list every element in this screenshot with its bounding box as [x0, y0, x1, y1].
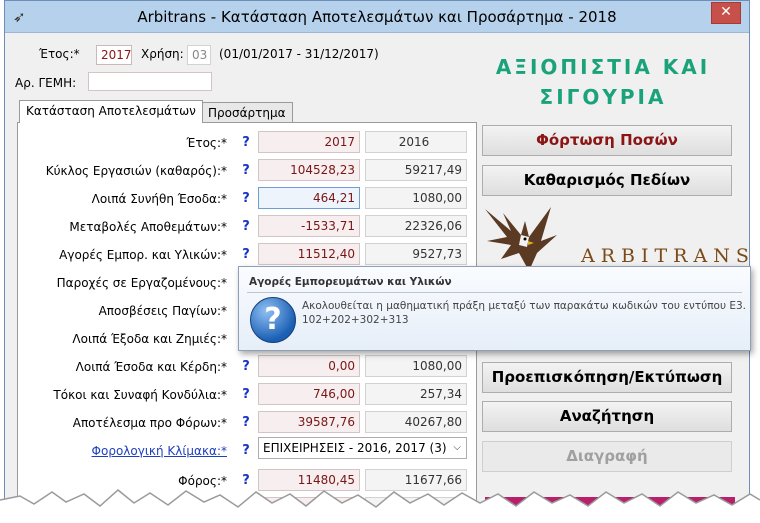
- help-icon[interactable]: ?: [239, 473, 253, 488]
- partial-banner: [485, 497, 735, 517]
- clear-fields-button[interactable]: Καθαρισμός Πεδίων: [482, 165, 732, 196]
- row-other-gains-previous[interactable]: 1080,00: [365, 355, 467, 377]
- row-pretax-result-current[interactable]: 39587,76: [258, 411, 360, 433]
- row-year-previous[interactable]: 2016: [365, 131, 467, 153]
- help-icon[interactable]: ?: [239, 247, 253, 262]
- main-window: ➶ Arbitrans - Κατάσταση Αποτελεσμάτων κα…: [4, 0, 751, 523]
- row-turnover-current[interactable]: 104528,23: [258, 159, 360, 181]
- tooltip-description: Ακολουθείται η μαθηματική πράξη μεταξύ τ…: [302, 300, 747, 312]
- preview-print-button[interactable]: Προεπισκόπηση/Εκτύπωση: [482, 362, 732, 393]
- gemi-input[interactable]: [88, 72, 212, 91]
- row-label-inventory-changes: Μεταβολές Αποθεμάτων:*: [69, 220, 227, 234]
- row-label-interest: Τόκοι και Συναφή Κονδύλια:*: [53, 388, 227, 402]
- row-tax-previous[interactable]: 11677,66: [365, 469, 467, 491]
- help-icon[interactable]: ?: [239, 191, 253, 206]
- row-turnover-previous[interactable]: 59217,49: [365, 159, 467, 181]
- row-pretax-result-previous[interactable]: 40267,80: [365, 411, 467, 433]
- row-other-gains-current[interactable]: 0,00: [258, 355, 360, 377]
- row-purchases-previous[interactable]: 9527,73: [365, 243, 467, 265]
- tax-scale-select[interactable]: ΕΠΙΧΕΙΡΗΣΕΙΣ - 2016, 2017 (3) ⌵: [258, 437, 467, 459]
- delete-button[interactable]: Διαγραφή: [482, 441, 732, 472]
- tab-appendix[interactable]: Προσάρτημα: [201, 102, 293, 122]
- row-label-depreciation: Αποσβέσεις Παγίων:*: [98, 304, 227, 318]
- slogan-line2: ΣΙΓΟΥΡΙΑ: [539, 85, 667, 109]
- row-partial-previous[interactable]: [365, 497, 467, 519]
- app-eagle-icon: ➶: [13, 8, 26, 26]
- chevron-down-icon: ⌵: [453, 442, 461, 453]
- row-label-other-expenses: Λοιπά Έξοδα και Ζημιές:*: [72, 332, 227, 346]
- row-interest-previous[interactable]: 257,34: [365, 383, 467, 405]
- row-label-pretax-result: Αποτέλεσμα προ Φόρων:*: [72, 416, 227, 430]
- row-label-turnover: Κύκλος Εργασιών (καθαρός):*: [45, 164, 227, 178]
- question-icon: ?: [250, 297, 296, 343]
- tax-scale-link[interactable]: Φορολογική Κλίμακα:*: [92, 444, 227, 458]
- help-icon[interactable]: ?: [239, 415, 253, 430]
- row-label-other-gains: Λοιπά Έσοδα και Κέρδη:*: [75, 360, 227, 374]
- tab-results[interactable]: Κατάσταση Αποτελεσμάτων: [19, 100, 203, 123]
- eagle-icon: [485, 207, 557, 271]
- row-year-current[interactable]: 2017: [258, 131, 360, 153]
- brand-text: ARBITRANS: [581, 245, 755, 267]
- tooltip-title: Αγορές Εμπορευμάτων και Υλικών: [249, 276, 452, 288]
- load-amounts-button[interactable]: Φόρτωση Ποσών: [482, 125, 732, 156]
- help-icon[interactable]: ?: [239, 501, 253, 516]
- search-button[interactable]: Αναζήτηση: [482, 401, 732, 432]
- row-purchases-current[interactable]: 11512,40: [258, 243, 360, 265]
- period-text: (01/01/2017 - 31/12/2017): [219, 47, 379, 61]
- row-inventory-changes-previous[interactable]: 22326,06: [365, 215, 467, 237]
- gemi-label: Αρ. ΓΕΜΗ:: [15, 76, 77, 90]
- title-bar[interactable]: ➶ Arbitrans - Κατάσταση Αποτελεσμάτων κα…: [5, 1, 749, 33]
- tooltip-divider: [247, 292, 742, 293]
- row-inventory-changes-current[interactable]: -1533,71: [258, 215, 360, 237]
- row-other-income-current[interactable]: 464,21: [258, 187, 360, 209]
- fiscal-label: Χρήση:: [141, 47, 184, 61]
- close-button[interactable]: ✕: [711, 2, 741, 24]
- help-icon[interactable]: ?: [239, 443, 253, 458]
- window-title: Arbitrans - Κατάσταση Αποτελεσμάτων και …: [137, 8, 617, 26]
- row-other-income-previous[interactable]: 1080,00: [365, 187, 467, 209]
- help-tooltip: Αγορές Εμπορευμάτων και Υλικών ? Ακολουθ…: [238, 266, 751, 351]
- row-label-year: Έτος:*: [186, 136, 227, 150]
- slogan-line1: ΑΞΙΟΠΙΣΤΙΑ ΚΑΙ: [495, 55, 711, 79]
- year-input[interactable]: 2017: [96, 45, 132, 65]
- row-label-other-income: Λοιπά Συνήθη Έσοδα:*: [91, 192, 227, 206]
- tax-scale-selected: ΕΠΙΧΕΙΡΗΣΕΙΣ - 2016, 2017 (3): [263, 441, 447, 455]
- row-label-employee-benefits: Παροχές σε Εργαζομένους:*: [56, 276, 227, 290]
- row-label-tax: Φόρος:*: [178, 474, 227, 488]
- row-label-purchases: Αγορές Εμπορ. και Υλικών:*: [59, 248, 227, 262]
- row-partial-current[interactable]: [258, 497, 360, 519]
- year-label: Έτος:*: [39, 47, 80, 61]
- row-tax-current[interactable]: 11480,45: [258, 469, 360, 491]
- help-icon[interactable]: ?: [239, 359, 253, 374]
- fiscal-input[interactable]: 03: [187, 45, 211, 65]
- help-icon[interactable]: ?: [239, 219, 253, 234]
- help-icon[interactable]: ?: [239, 135, 253, 150]
- tooltip-formula: 102+202+302+313: [302, 314, 409, 326]
- help-icon[interactable]: ?: [239, 163, 253, 178]
- row-interest-current[interactable]: 746,00: [258, 383, 360, 405]
- help-icon[interactable]: ?: [239, 387, 253, 402]
